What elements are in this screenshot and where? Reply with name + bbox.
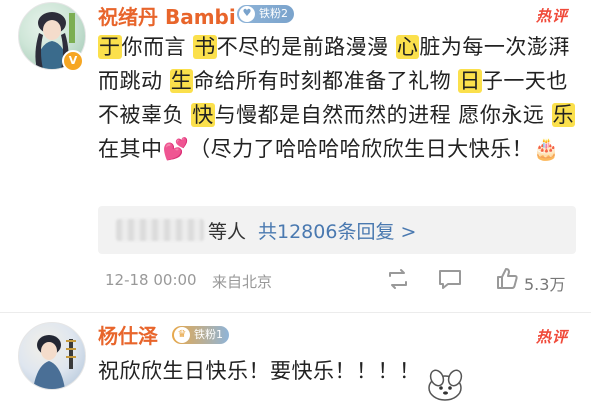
comment-item: V 祝绪丹 Bambi ♥ 铁粉2 热评 于你而言 书不尽的是前路漫漫 心脏为每… <box>0 0 591 318</box>
retweet-icon[interactable] <box>385 266 411 296</box>
avatar-image <box>33 335 76 389</box>
v-badge-icon: V <box>62 50 84 72</box>
highlighted-char: 心 <box>395 35 420 59</box>
comment-icon[interactable] <box>437 266 463 296</box>
body-text-segment: 你而言 <box>121 35 194 59</box>
fan-badge-label: 铁粉2 <box>259 7 288 20</box>
highlighted-char: 书 <box>193 35 217 59</box>
fan-badge-icon: ♛ <box>174 327 190 343</box>
highlighted-char: 快 <box>191 103 215 127</box>
comment-location: 来自北京 <box>212 273 273 291</box>
comment-timestamp: 12-18 00:00 <box>105 271 197 289</box>
body-text-segment: （尽力了哈哈哈哈欣欣生日大快乐！ <box>189 137 534 161</box>
like-count: 5.3万 <box>524 275 566 294</box>
fan-badge: ♥ 铁粉2 <box>237 5 294 23</box>
like-icon[interactable] <box>494 266 520 296</box>
reply-preview[interactable]: 等人 共12806条回复 > <box>98 206 576 254</box>
highlighted-char: 于 <box>98 35 122 59</box>
cake-emoji: 🎂 <box>533 137 560 161</box>
blurred-usernames <box>116 219 204 241</box>
body-text-segment: 与慢都是自然而然的进程 愿你永远 <box>214 103 552 127</box>
fan-badge: ♛ 铁粉1 <box>172 326 229 344</box>
heart-emoji: 💕 <box>162 137 190 161</box>
comment-divider <box>0 312 591 313</box>
sticker-dog-icon <box>423 364 469 405</box>
reply-suffix: 等人 <box>208 221 247 243</box>
fan-badge-label: 铁粉1 <box>194 328 223 341</box>
hot-comment-tag: 热评 <box>536 7 569 25</box>
fan-badge-icon: ♥ <box>239 6 255 22</box>
comment-item: 杨仕泽 ♛ 铁粉1 热评 祝欣欣生日快乐！要快乐！！！！ <box>0 318 591 401</box>
username[interactable]: 杨仕泽 <box>98 320 158 349</box>
highlighted-char: 乐 <box>551 103 576 127</box>
body-text-segment: 在其中 <box>98 137 163 161</box>
avatar[interactable] <box>18 322 86 390</box>
hot-comment-tag: 热评 <box>536 328 569 346</box>
view-replies-link[interactable]: 共12806条回复 > <box>258 217 416 244</box>
highlighted-char: 日 <box>458 69 482 93</box>
body-text-segment: 命给所有时刻都准备了礼物 <box>193 69 459 93</box>
username[interactable]: 祝绪丹 Bambi <box>98 1 236 30</box>
body-text-segment: 不尽的是前路漫漫 <box>216 35 396 59</box>
highlighted-char: 生 <box>169 69 194 93</box>
comment-body: 于你而言 书不尽的是前路漫漫 心脏为每一次澎湃而跳动 生命给所有时刻都准备了礼物… <box>98 30 576 166</box>
comment-body: 祝欣欣生日快乐！要快乐！！！！ <box>98 359 421 383</box>
